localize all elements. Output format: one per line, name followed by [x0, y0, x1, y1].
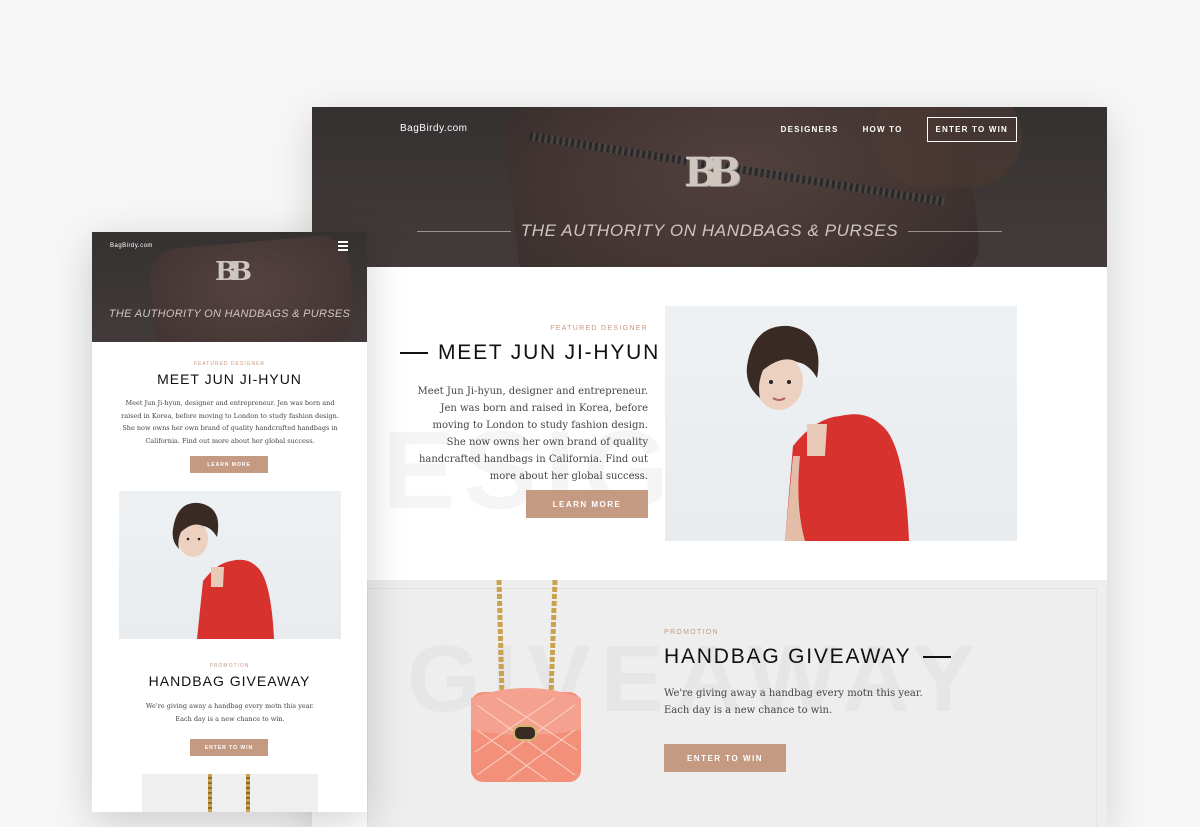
bb-logo: BB [684, 149, 742, 196]
mobile-hero-banner: BagBirdy.com BB THE AUTHORITY ON HANDBAG… [92, 232, 367, 342]
tagline-rule-left [417, 230, 511, 232]
nav-designers-link[interactable]: DESIGNERS [781, 125, 839, 134]
featured-designer-label: FEATURED DESIGNER [550, 325, 648, 332]
title-dash [923, 656, 952, 658]
pink-handbag-image [471, 580, 581, 782]
hamburger-menu-icon[interactable] [338, 241, 348, 253]
mobile-enter-to-win-button[interactable]: ENTER TO WIN [190, 739, 268, 756]
mobile-designer-photo [119, 491, 341, 639]
featured-title-row: MEET JUN JI-HYUN [400, 341, 660, 365]
hero-banner: BagBirdy.com DESIGNERS HOW TO ENTER TO W… [312, 107, 1107, 267]
mobile-promotion-label: PROMOTION [209, 663, 250, 669]
giveaway-title-row: HANDBAG GIVEAWAY [664, 645, 952, 669]
giveaway-title: HANDBAG GIVEAWAY [664, 645, 912, 668]
title-dash [400, 352, 428, 354]
featured-description: Meet Jun Ji-hyun, designer and entrepren… [417, 386, 648, 482]
mobile-featured-description: Meet Jun Ji-hyun, designer and entrepren… [121, 399, 339, 445]
mobile-site-brand-link[interactable]: BagBirdy.com [110, 243, 153, 249]
mobile-learn-more-button[interactable]: LEARN MORE [190, 456, 268, 473]
desktop-page-mockup: BagBirdy.com DESIGNERS HOW TO ENTER TO W… [312, 107, 1107, 827]
giveaway-description: We're giving away a handbag every motn t… [664, 688, 923, 716]
main-nav: DESIGNERS HOW TO ENTER TO WIN [781, 117, 1017, 142]
promotion-label: PROMOTION [664, 629, 719, 636]
mobile-bb-logo: BB [215, 257, 252, 287]
designer-photo [665, 306, 1017, 541]
mobile-giveaway-description: We're giving away a handbag every motn t… [145, 702, 315, 723]
nav-howto-link[interactable]: HOW TO [863, 125, 903, 134]
mobile-page-mockup: BagBirdy.com BB THE AUTHORITY ON HANDBAG… [92, 232, 367, 812]
nav-enter-to-win-button[interactable]: ENTER TO WIN [926, 117, 1017, 142]
mobile-featured-title: MEET JUN JI-HYUN [157, 371, 302, 387]
mobile-giveaway-title: HANDBAG GIVEAWAY [148, 673, 311, 689]
mobile-featured-label: FEATURED DESIGNER [193, 361, 266, 367]
hero-tagline: THE AUTHORITY ON HANDBAGS & PURSES [520, 221, 899, 240]
enter-to-win-button[interactable]: ENTER TO WIN [664, 744, 786, 772]
site-brand-link[interactable]: BagBirdy.com [400, 123, 468, 134]
tagline-rule-right [908, 230, 1002, 232]
mobile-hero-tagline: THE AUTHORITY ON HANDBAGS & PURSES [108, 308, 351, 320]
hero-tagline-row: THE AUTHORITY ON HANDBAGS & PURSES [417, 221, 1002, 241]
featured-title: MEET JUN JI-HYUN [438, 341, 661, 364]
learn-more-button[interactable]: LEARN MORE [526, 490, 648, 518]
mobile-handbag-image [142, 774, 318, 812]
